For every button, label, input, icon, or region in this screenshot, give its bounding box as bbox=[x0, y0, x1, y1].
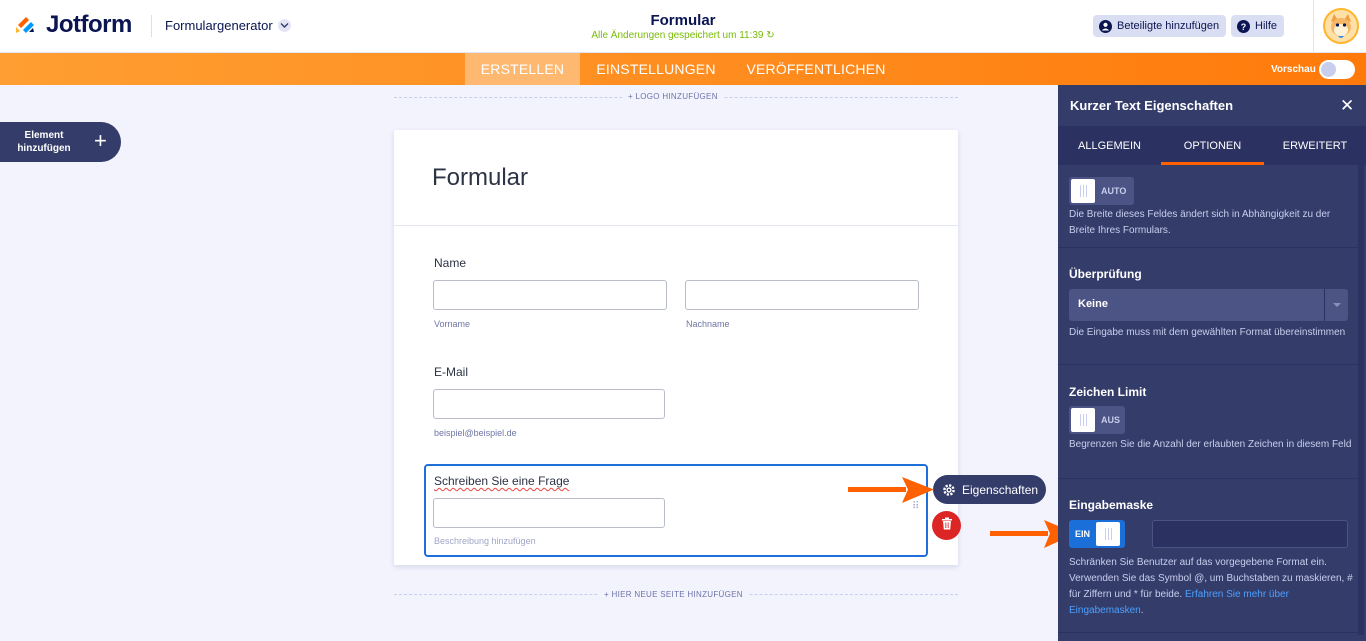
char-limit-section: Zeichen Limit AUS Begrenzen Sie die Anza… bbox=[1058, 365, 1358, 479]
user-icon bbox=[1099, 19, 1112, 33]
char-limit-toggle[interactable]: AUS bbox=[1069, 406, 1125, 434]
first-name-sublabel: Vorname bbox=[434, 319, 471, 329]
panel-tabs: ALLGEMEIN OPTIONEN ERWEITERT bbox=[1058, 127, 1366, 165]
input-mask-description: Schränken Sie Benutzer auf das vorgegebe… bbox=[1069, 557, 1353, 616]
tab-erweitert[interactable]: ERWEITERT bbox=[1264, 127, 1366, 165]
toggle-knob bbox=[1321, 62, 1336, 77]
avatar bbox=[1323, 8, 1359, 44]
close-icon[interactable]: ✕ bbox=[1340, 96, 1354, 116]
add-element-label: Element hinzufügen bbox=[17, 130, 71, 154]
plus-icon: + bbox=[94, 128, 107, 153]
arrow-icon bbox=[848, 477, 934, 503]
add-logo-link[interactable]: + LOGO HINZUFÜGEN bbox=[622, 92, 724, 101]
name-label: Name bbox=[434, 256, 467, 270]
email-sublabel: beispiel@beispiel.de bbox=[434, 428, 517, 438]
preview-label: Vorschau bbox=[1271, 64, 1316, 75]
validation-description: Die Eingabe muss mit dem gewählten Forma… bbox=[1069, 327, 1346, 338]
tab-allgemein[interactable]: ALLGEMEIN bbox=[1058, 127, 1161, 165]
tab-einstellungen[interactable]: EINSTELLUNGEN bbox=[586, 53, 726, 85]
panel-scrollbar[interactable] bbox=[1358, 165, 1364, 635]
form-header[interactable]: Formular bbox=[394, 130, 958, 226]
delete-button[interactable] bbox=[932, 511, 961, 540]
validation-section: Überprüfung Keine Die Eingabe muss mit d… bbox=[1058, 248, 1358, 365]
top-header: Jotform Formulargenerator Formular Alle … bbox=[0, 0, 1366, 53]
input-mask-title: Eingabemaske bbox=[1069, 498, 1154, 512]
panel-title: Kurzer Text Eigenschaften bbox=[1070, 98, 1234, 113]
user-menu[interactable] bbox=[1313, 0, 1366, 53]
add-element-button[interactable]: Element hinzufügen + bbox=[0, 122, 121, 162]
validation-title: Überprüfung bbox=[1069, 267, 1142, 281]
tab-optionen[interactable]: OPTIONEN bbox=[1161, 127, 1264, 165]
breadcrumb: Formulargenerator bbox=[165, 18, 273, 33]
header-divider bbox=[151, 15, 152, 37]
panel-header: Kurzer Text Eigenschaften ✕ bbox=[1058, 85, 1366, 127]
validation-select[interactable]: Keine bbox=[1069, 289, 1348, 321]
jotform-logo[interactable]: Jotform bbox=[14, 11, 132, 38]
last-name-input[interactable] bbox=[685, 280, 919, 310]
help-button[interactable]: ? Hilfe bbox=[1231, 15, 1285, 37]
chevron-down-icon bbox=[277, 19, 291, 32]
properties-panel: Kurzer Text Eigenschaften ✕ ALLGEMEIN OP… bbox=[1058, 85, 1366, 641]
drag-handle-icon[interactable]: ⠿ bbox=[912, 502, 919, 512]
refresh-icon: ↻ bbox=[766, 30, 775, 41]
page-title: Formular bbox=[650, 12, 716, 29]
char-limit-title: Zeichen Limit bbox=[1069, 385, 1147, 399]
email-label: E-Mail bbox=[434, 365, 469, 379]
tab-erstellen[interactable]: ERSTELLEN bbox=[465, 53, 580, 85]
toggle-knob bbox=[1071, 179, 1095, 203]
width-toggle[interactable]: AUTO bbox=[1069, 177, 1134, 205]
toggle-knob bbox=[1071, 408, 1095, 432]
input-mask-toggle[interactable]: EIN bbox=[1069, 520, 1125, 548]
save-status: Alle Änderungen gespeichert um 11:39 ↻ bbox=[591, 30, 775, 41]
add-page-link[interactable]: + HIER NEUE SEITE HINZUFÜGEN bbox=[598, 590, 749, 599]
form-title: Formular bbox=[432, 164, 529, 191]
jotform-logo-icon bbox=[14, 13, 38, 37]
input-mask-field[interactable] bbox=[1152, 520, 1348, 548]
email-input[interactable] bbox=[433, 389, 665, 419]
gear-icon bbox=[942, 483, 956, 497]
toggle-knob bbox=[1096, 522, 1121, 546]
properties-button[interactable]: Eigenschaften bbox=[933, 475, 1046, 504]
builder-tabs-bar: ERSTELLEN EINSTELLUNGEN VERÖFFENTLICHEN … bbox=[0, 53, 1366, 85]
add-participants-button[interactable]: Beteiligte hinzufügen bbox=[1093, 15, 1227, 37]
svg-text:?: ? bbox=[1241, 22, 1247, 32]
width-section: AUTO Die Breite dieses Feldes ändert sic… bbox=[1058, 165, 1358, 248]
input-mask-section: Eingabemaske EIN Schränken Sie Benutzer … bbox=[1058, 479, 1358, 633]
chevron-down-icon bbox=[1324, 289, 1348, 321]
char-limit-description: Begrenzen Sie die Anzahl der erlaubten Z… bbox=[1069, 439, 1352, 450]
form-title-area: Formular Alle Änderungen gespeichert um … bbox=[520, 12, 846, 41]
last-name-sublabel: Nachname bbox=[686, 319, 730, 329]
trash-icon bbox=[941, 517, 953, 535]
tab-veroeffentlichen[interactable]: VERÖFFENTLICHEN bbox=[740, 53, 892, 85]
brand-name: Jotform bbox=[46, 11, 132, 38]
first-name-input[interactable] bbox=[433, 280, 667, 310]
help-icon: ? bbox=[1237, 19, 1250, 33]
preview-toggle[interactable] bbox=[1319, 60, 1355, 79]
form-generator-dropdown[interactable]: Formulargenerator bbox=[165, 18, 291, 33]
width-description: Die Breite dieses Feldes ändert sich in … bbox=[1069, 209, 1331, 236]
